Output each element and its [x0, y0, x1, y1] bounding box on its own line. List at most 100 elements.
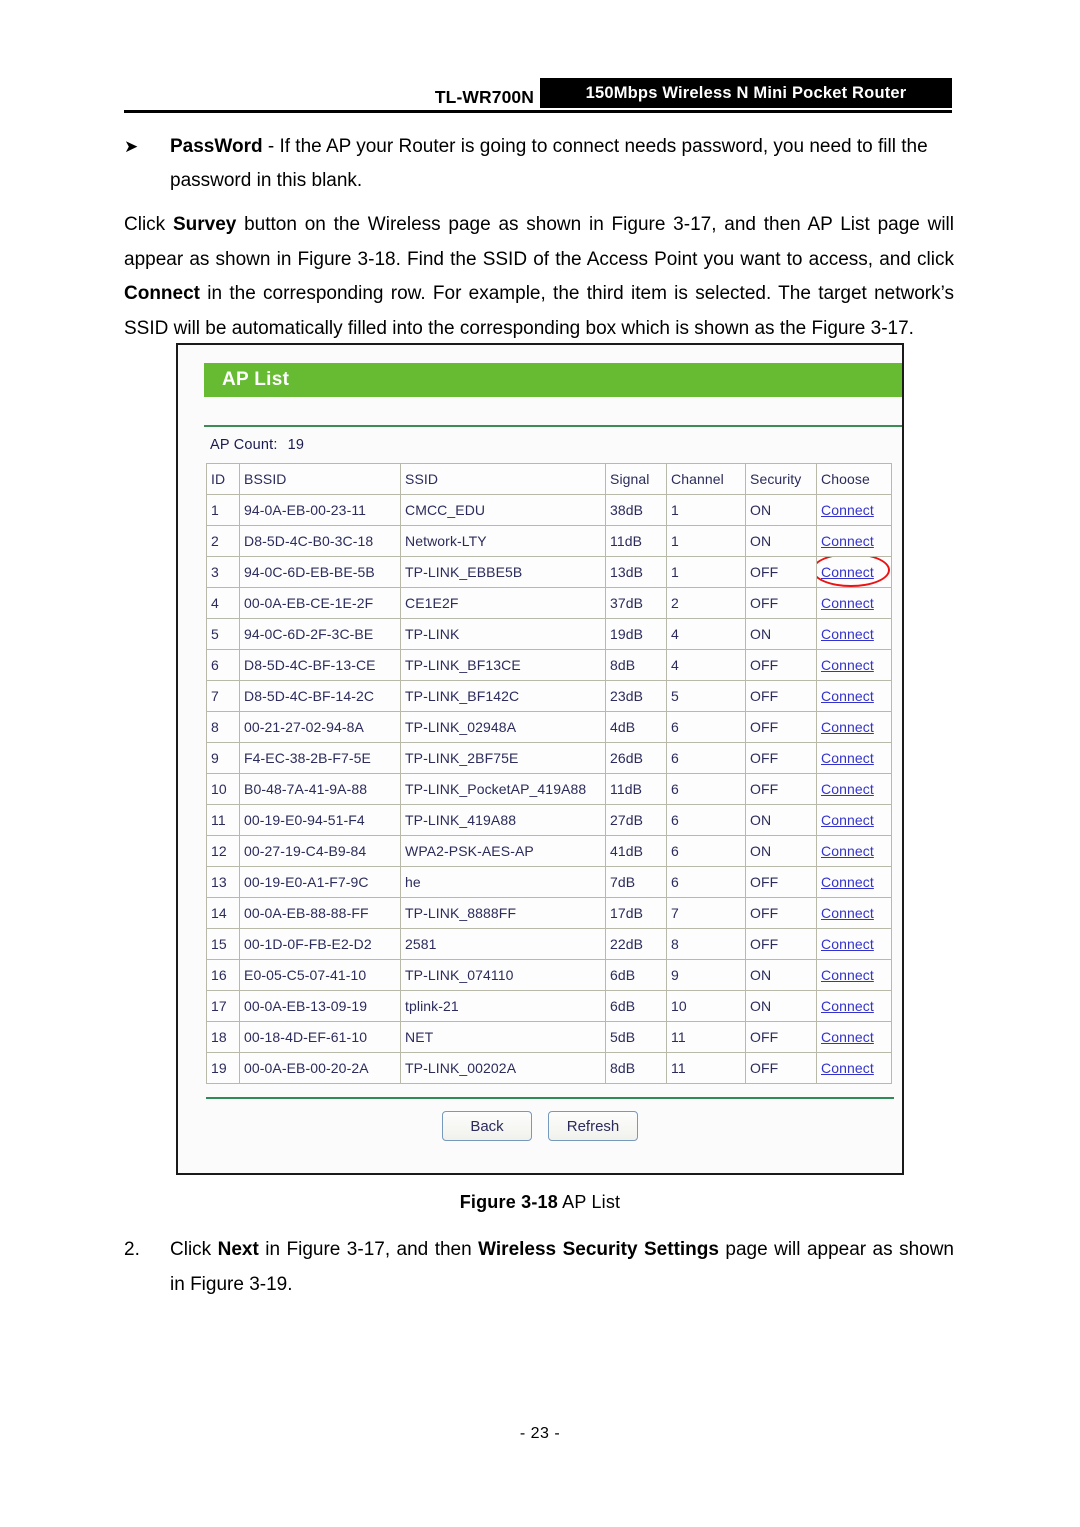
cell-bssid: B0-48-7A-41-9A-88 — [240, 774, 401, 805]
bullet-line-2: password in this blank. — [170, 164, 954, 198]
table-row: 1300-19-E0-A1-F7-9Che7dB6OFFConnect — [207, 867, 892, 898]
column-header-bssid: BSSID — [240, 464, 401, 495]
connect-link[interactable]: Connect — [821, 595, 874, 611]
cell-choose: Connect — [817, 805, 892, 836]
document-header: TL-WR700N 150Mbps Wireless N Mini Pocket… — [124, 78, 952, 112]
table-row: 7D8-5D-4C-BF-14-2CTP-LINK_BF142C23dB5OFF… — [207, 681, 892, 712]
column-header-choose: Choose — [817, 464, 892, 495]
refresh-button[interactable]: Refresh — [548, 1111, 638, 1141]
cell-ssid: he — [401, 867, 606, 898]
connect-link[interactable]: Connect — [821, 750, 874, 766]
column-header-channel: Channel — [667, 464, 746, 495]
header-rule — [124, 110, 952, 113]
connect-link[interactable]: Connect — [821, 626, 874, 642]
connect-link[interactable]: Connect — [821, 781, 874, 797]
cell-ssid: tplink-21 — [401, 991, 606, 1022]
cell-bssid: 00-27-19-C4-B9-84 — [240, 836, 401, 867]
cell-security: OFF — [746, 867, 817, 898]
cell-signal: 26dB — [606, 743, 667, 774]
cell-channel: 6 — [667, 774, 746, 805]
cell-signal: 37dB — [606, 588, 667, 619]
step-seg-2: in Figure 3-17, and then — [259, 1239, 478, 1260]
connect-link[interactable]: Connect — [821, 936, 874, 952]
cell-choose: Connect — [817, 774, 892, 805]
cell-channel: 4 — [667, 619, 746, 650]
connect-link[interactable]: Connect — [821, 843, 874, 859]
cell-ssid: TP-LINK_074110 — [401, 960, 606, 991]
cell-signal: 17dB — [606, 898, 667, 929]
connect-link[interactable]: Connect — [821, 564, 874, 580]
cell-signal: 8dB — [606, 1053, 667, 1084]
cell-choose: Connect — [817, 619, 892, 650]
cell-bssid: 00-1D-0F-FB-E2-D2 — [240, 929, 401, 960]
cell-id: 9 — [207, 743, 240, 774]
cell-channel: 1 — [667, 526, 746, 557]
connect-link[interactable]: Connect — [821, 874, 874, 890]
panel-separator-bottom — [206, 1097, 894, 1099]
cell-channel: 5 — [667, 681, 746, 712]
cell-channel: 9 — [667, 960, 746, 991]
cell-ssid: TP-LINK_2BF75E — [401, 743, 606, 774]
cell-signal: 41dB — [606, 836, 667, 867]
cell-security: ON — [746, 619, 817, 650]
panel-separator-top — [204, 425, 902, 427]
table-row: 2D8-5D-4C-B0-3C-18Network-LTY11dB1ONConn… — [207, 526, 892, 557]
connect-link[interactable]: Connect — [821, 719, 874, 735]
connect-link[interactable]: Connect — [821, 967, 874, 983]
cell-bssid: 94-0C-6D-2F-3C-BE — [240, 619, 401, 650]
ap-list-panel-title: AP List — [222, 369, 289, 391]
connect-link[interactable]: Connect — [821, 502, 874, 518]
step-2-number: 2. — [124, 1233, 170, 1268]
cell-choose: Connect — [817, 557, 892, 588]
header-model-name: TL-WR700N — [435, 87, 534, 108]
ap-list-screenshot: AP List AP Count:19 ID BSSID SSID Signal… — [176, 343, 904, 1175]
cell-ssid: TP-LINK_00202A — [401, 1053, 606, 1084]
cell-choose: Connect — [817, 1022, 892, 1053]
cell-security: OFF — [746, 712, 817, 743]
connect-link[interactable]: Connect — [821, 1029, 874, 1045]
cell-bssid: D8-5D-4C-B0-3C-18 — [240, 526, 401, 557]
back-button[interactable]: Back — [442, 1111, 532, 1141]
cell-id: 2 — [207, 526, 240, 557]
ap-list-button-bar: Back Refresh — [178, 1111, 902, 1141]
column-header-id: ID — [207, 464, 240, 495]
cell-id: 17 — [207, 991, 240, 1022]
connect-link[interactable]: Connect — [821, 998, 874, 1014]
table-row: 1200-27-19-C4-B9-84WPA2-PSK-AES-AP41dB6O… — [207, 836, 892, 867]
cell-id: 1 — [207, 495, 240, 526]
para-bold-survey: Survey — [173, 214, 236, 235]
cell-signal: 4dB — [606, 712, 667, 743]
table-row: 594-0C-6D-2F-3C-BETP-LINK19dB4ONConnect — [207, 619, 892, 650]
cell-choose: Connect — [817, 650, 892, 681]
connect-link[interactable]: Connect — [821, 688, 874, 704]
connect-link[interactable]: Connect — [821, 657, 874, 673]
cell-channel: 1 — [667, 557, 746, 588]
cell-bssid: 00-21-27-02-94-8A — [240, 712, 401, 743]
cell-bssid: E0-05-C5-07-41-10 — [240, 960, 401, 991]
cell-choose: Connect — [817, 743, 892, 774]
connect-link[interactable]: Connect — [821, 812, 874, 828]
cell-bssid: D8-5D-4C-BF-13-CE — [240, 650, 401, 681]
ap-list-panel-title-bar: AP List — [204, 363, 902, 397]
cell-id: 14 — [207, 898, 240, 929]
cell-bssid: 00-0A-EB-13-09-19 — [240, 991, 401, 1022]
cell-bssid: 00-0A-EB-CE-1E-2F — [240, 588, 401, 619]
cell-id: 11 — [207, 805, 240, 836]
cell-id: 19 — [207, 1053, 240, 1084]
ap-count-label: AP Count: — [210, 437, 278, 453]
bullet-body: If the AP your Router is going to connec… — [279, 136, 927, 157]
column-header-ssid: SSID — [401, 464, 606, 495]
para-seg-1: Click — [124, 214, 173, 235]
cell-channel: 6 — [667, 836, 746, 867]
cell-id: 3 — [207, 557, 240, 588]
cell-ssid: CMCC_EDU — [401, 495, 606, 526]
connect-link[interactable]: Connect — [821, 533, 874, 549]
bullet-dash: - — [263, 136, 280, 157]
cell-choose: Connect — [817, 712, 892, 743]
table-header-row: ID BSSID SSID Signal Channel Security Ch… — [207, 464, 892, 495]
connect-link[interactable]: Connect — [821, 905, 874, 921]
bullet-line-1: PassWord - If the AP your Router is goin… — [170, 130, 954, 164]
cell-bssid: 00-0A-EB-00-20-2A — [240, 1053, 401, 1084]
connect-link[interactable]: Connect — [821, 1060, 874, 1076]
step-bold-settings: Wireless Security Settings — [478, 1239, 719, 1260]
